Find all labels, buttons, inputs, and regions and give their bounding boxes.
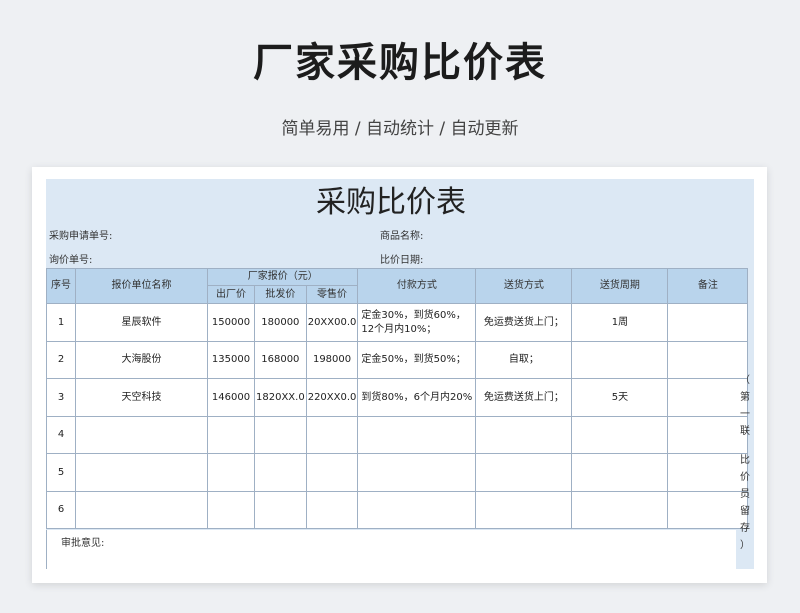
cell-factory-price: 150000 — [207, 303, 255, 342]
table-row: 1 星辰软件 150000 180000 20XX00.0 定金30%，到货60… — [46, 303, 749, 342]
cell-retail-price — [305, 491, 359, 529]
cell-delivery — [475, 491, 573, 529]
cell-delivery: 免运费送货上门； — [475, 303, 573, 342]
product-name-label: 商品名称: — [380, 231, 424, 242]
cell-payment — [357, 453, 477, 492]
cell-period — [571, 416, 669, 454]
cell-remark — [667, 341, 749, 379]
cell-seq: 4 — [46, 416, 76, 454]
compare-date-label: 比价日期: — [380, 255, 424, 266]
copy-note-char: （ — [740, 375, 750, 386]
cell-wholesale-price — [254, 453, 307, 492]
cell-payment — [357, 491, 477, 529]
header-factory-price: 出厂价 — [207, 285, 255, 304]
cell-delivery: 免运费送货上门； — [475, 378, 573, 417]
copy-note-gap — [738, 440, 752, 452]
page-subtitle: 简单易用 / 自动统计 / 自动更新 — [281, 119, 519, 139]
copy-note-char: 比 — [740, 455, 750, 466]
table-row: 4 — [46, 416, 749, 454]
cell-retail-price — [305, 453, 359, 492]
header-retail-price: 零售价 — [305, 285, 359, 304]
cell-payment: 到货80%，6个月内20% — [357, 378, 477, 417]
cell-period — [571, 341, 669, 379]
page-title: 厂家采购比价表 — [253, 40, 547, 86]
price-comparison-table: 序号 报价单位名称 厂家报价（元） 付款方式 送货方式 送货周期 备注 出厂价 … — [46, 268, 749, 529]
cell-wholesale-price — [254, 491, 307, 529]
copy-note: （ 第 一 联 比 价 员 留 存 ） — [738, 372, 752, 554]
cell-seq: 5 — [46, 453, 76, 492]
cell-seq: 1 — [46, 303, 76, 342]
header-seq: 序号 — [46, 268, 76, 304]
cell-seq: 6 — [46, 491, 76, 529]
cell-seq: 2 — [46, 341, 76, 379]
copy-note-char: 联 — [740, 426, 750, 437]
copy-note-char: 一 — [740, 409, 750, 420]
comparison-sheet: 采购比价表 采购申请单号: 商品名称: 询价单号: 比价日期: 序号 报价单位名… — [32, 167, 767, 583]
header-quote-group: 厂家报价（元） — [206, 268, 359, 286]
cell-vendor: 大海股份 — [75, 341, 208, 379]
cell-period: 5天 — [571, 378, 669, 417]
cell-vendor: 天空科技 — [75, 378, 208, 417]
copy-note-char: 留 — [740, 506, 750, 517]
cell-factory-price: 135000 — [207, 341, 255, 379]
purchase-request-no-label: 采购申请单号: — [49, 231, 113, 242]
cell-remark — [667, 453, 749, 492]
cell-vendor — [75, 416, 208, 454]
cell-remark — [667, 416, 749, 454]
copy-note-char: 第 — [740, 392, 750, 403]
cell-retail-price: 198000 — [305, 341, 359, 379]
cell-vendor: 星辰软件 — [75, 303, 208, 342]
inquiry-no-label: 询价单号: — [49, 255, 93, 266]
cell-wholesale-price — [254, 416, 307, 454]
cell-wholesale-price: 168000 — [254, 341, 307, 379]
copy-note-char: 价 — [740, 472, 750, 483]
table-row: 2 大海股份 135000 168000 198000 定金50%，到货50%；… — [46, 341, 749, 379]
cell-vendor — [75, 453, 208, 492]
cell-payment: 定金30%，到货60%，12个月内10%； — [357, 303, 477, 342]
table-row: 5 — [46, 453, 749, 492]
form-title: 采购比价表 — [316, 185, 466, 220]
cell-remark — [667, 378, 749, 417]
header-vendor: 报价单位名称 — [75, 268, 208, 304]
header-wholesale-price: 批发价 — [254, 285, 307, 304]
cell-factory-price — [207, 453, 255, 492]
cell-delivery: 自取； — [475, 341, 573, 379]
cell-period — [571, 453, 669, 492]
header-delivery: 送货方式 — [475, 268, 573, 304]
cell-delivery — [475, 453, 573, 492]
cell-factory-price: 146000 — [207, 378, 255, 417]
approval-label: 审批意见: — [61, 538, 105, 549]
cell-period — [571, 491, 669, 529]
cell-period: 1周 — [571, 303, 669, 342]
cell-retail-price — [305, 416, 359, 454]
cell-remark — [667, 303, 749, 342]
cell-wholesale-price: 180000 — [254, 303, 307, 342]
cell-vendor — [75, 491, 208, 529]
cell-delivery — [475, 416, 573, 454]
copy-note-char: 员 — [740, 489, 750, 500]
header-remark: 备注 — [667, 268, 749, 304]
cell-payment: 定金50%，到货50%； — [357, 341, 477, 379]
cell-wholesale-price: 1820XX.0 — [254, 378, 307, 417]
header-period: 送货周期 — [571, 268, 669, 304]
approval-section: 审批意见: — [46, 530, 736, 569]
cell-factory-price — [207, 416, 255, 454]
copy-note-char: 存 — [740, 523, 750, 534]
table-row: 6 — [46, 491, 749, 529]
cell-retail-price: 20XX00.0 — [305, 303, 359, 342]
cell-factory-price — [207, 491, 255, 529]
cell-remark — [667, 491, 749, 529]
header-payment: 付款方式 — [357, 268, 477, 304]
cell-retail-price: 220XX0.0 — [305, 378, 359, 417]
table-row: 3 天空科技 146000 1820XX.0 220XX0.0 到货80%，6个… — [46, 378, 749, 417]
cell-seq: 3 — [46, 378, 76, 417]
cell-payment — [357, 416, 477, 454]
copy-note-char: ） — [740, 540, 750, 551]
